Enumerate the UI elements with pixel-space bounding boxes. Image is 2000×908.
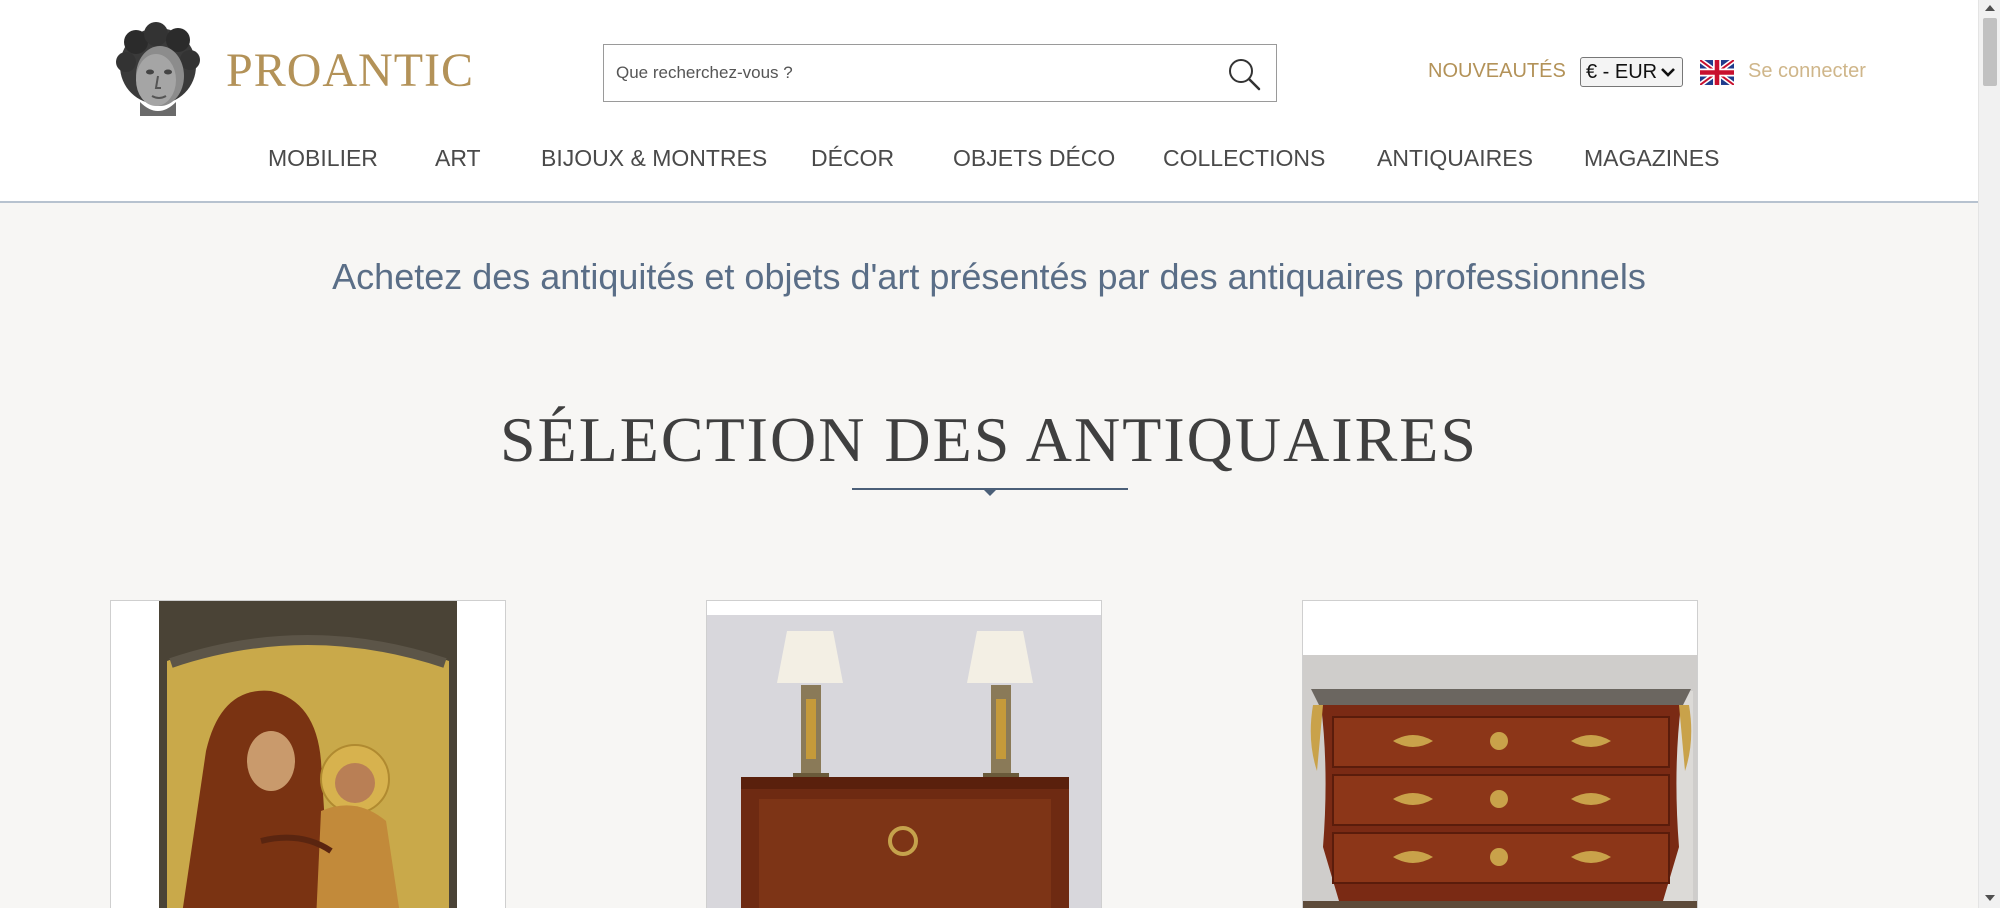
- product-image-secretary: [707, 601, 1101, 908]
- currency-value: € - EUR: [1586, 60, 1658, 83]
- site-header: PROANTIC NOUVEAUTÉS € - EUR Se connecter: [0, 0, 1978, 203]
- product-card-secretary[interactable]: [706, 600, 1102, 908]
- logo-head-icon: [116, 22, 200, 116]
- product-image-icon-painting: [111, 601, 505, 908]
- main-nav: MOBILIER ART BIJOUX & MONTRES DÉCOR OBJE…: [0, 145, 1978, 185]
- nav-item-decor[interactable]: DÉCOR: [811, 145, 894, 172]
- section-title: SÉLECTION DES ANTIQUAIRES: [500, 404, 1478, 475]
- product-card-icon-painting[interactable]: [110, 600, 506, 908]
- search-bar: [603, 44, 1277, 102]
- nav-item-collections[interactable]: COLLECTIONS: [1163, 145, 1325, 172]
- search-input[interactable]: [604, 45, 1204, 101]
- search-icon[interactable]: [1226, 56, 1262, 92]
- scroll-down-icon[interactable]: [1979, 890, 2000, 906]
- page: PROANTIC NOUVEAUTÉS € - EUR Se connecter: [0, 0, 1978, 908]
- currency-select[interactable]: € - EUR: [1580, 57, 1683, 87]
- site-logo[interactable]: PROANTIC: [110, 20, 474, 120]
- product-card-commode[interactable]: [1302, 600, 1698, 908]
- nav-item-art[interactable]: ART: [435, 145, 481, 172]
- nav-item-objets-deco[interactable]: OBJETS DÉCO: [953, 145, 1115, 172]
- login-link[interactable]: Se connecter: [1748, 60, 1866, 83]
- logo-text: PROANTIC: [226, 43, 475, 97]
- nav-item-antiquaires[interactable]: ANTIQUAIRES: [1377, 145, 1533, 172]
- uk-flag-icon[interactable]: [1700, 60, 1734, 85]
- title-divider: [852, 488, 1128, 496]
- chevron-down-icon: [1661, 68, 1675, 77]
- scroll-up-icon[interactable]: [1979, 0, 2000, 16]
- nav-item-magazines[interactable]: MAGAZINES: [1584, 145, 1719, 172]
- nav-item-mobilier[interactable]: MOBILIER: [268, 145, 378, 172]
- nav-item-bijoux-montres[interactable]: BIJOUX & MONTRES: [541, 145, 767, 172]
- product-image-commode: [1303, 601, 1697, 908]
- tagline: Achetez des antiquités et objets d'art p…: [332, 256, 1646, 297]
- scroll-thumb[interactable]: [1983, 18, 1997, 86]
- page-scrollbar[interactable]: [1978, 0, 2000, 908]
- nouveautes-link[interactable]: NOUVEAUTÉS: [1428, 60, 1566, 83]
